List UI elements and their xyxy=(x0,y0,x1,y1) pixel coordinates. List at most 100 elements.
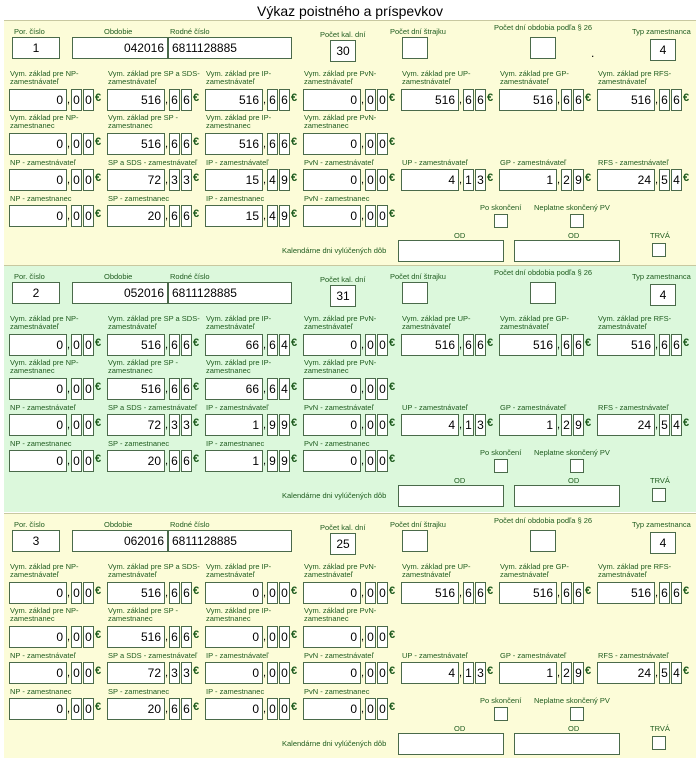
rodne-cislo-field[interactable]: 6811128885 xyxy=(168,37,292,59)
amount-euro-input[interactable]: 72 xyxy=(107,169,165,191)
amount-cent-digit-1[interactable]: 6 xyxy=(169,205,180,227)
amount-cent-digit-1[interactable]: 0 xyxy=(267,662,278,684)
amount-euro-input[interactable]: 0 xyxy=(9,334,67,356)
amount-cent-digit-1[interactable]: 6 xyxy=(463,334,474,356)
amount-cent-digit-2[interactable]: 3 xyxy=(181,662,192,684)
amount-euro-input[interactable]: 0 xyxy=(303,582,361,604)
amount-euro-input[interactable]: 24 xyxy=(597,414,655,436)
amount-cent-digit-2[interactable]: 6 xyxy=(475,89,486,111)
amount-cent-digit-1[interactable]: 4 xyxy=(267,169,278,191)
amount-euro-input[interactable]: 516 xyxy=(401,89,459,111)
amount-cent-digit-2[interactable]: 3 xyxy=(475,169,486,191)
neplatne-skonceny-checkbox[interactable] xyxy=(570,214,584,228)
trva-checkbox[interactable] xyxy=(652,243,666,257)
amount-cent-digit-2[interactable]: 6 xyxy=(573,582,584,604)
amount-cent-digit-2[interactable]: 0 xyxy=(83,582,94,604)
amount-cent-digit-1[interactable]: 6 xyxy=(169,334,180,356)
neplatne-skonceny-checkbox[interactable] xyxy=(570,459,584,473)
amount-cent-digit-1[interactable]: 0 xyxy=(365,133,376,155)
amount-cent-digit-2[interactable]: 9 xyxy=(573,414,584,436)
amount-cent-digit-2[interactable]: 3 xyxy=(475,414,486,436)
pocet-kal-dni-field[interactable]: 30 xyxy=(330,40,356,62)
vylucene-od-field[interactable] xyxy=(398,733,504,755)
amount-cent-digit-2[interactable]: 0 xyxy=(83,169,94,191)
amount-cent-digit-2[interactable]: 6 xyxy=(573,89,584,111)
amount-cent-digit-2[interactable]: 6 xyxy=(181,698,192,720)
amount-cent-digit-2[interactable]: 6 xyxy=(181,582,192,604)
amount-cent-digit-1[interactable]: 2 xyxy=(561,662,572,684)
amount-euro-input[interactable]: 4 xyxy=(401,169,459,191)
amount-cent-digit-1[interactable]: 6 xyxy=(561,582,572,604)
amount-cent-digit-2[interactable]: 0 xyxy=(377,626,388,648)
amount-cent-digit-1[interactable]: 0 xyxy=(71,626,82,648)
amount-cent-digit-1[interactable]: 5 xyxy=(659,662,670,684)
rodne-cislo-field[interactable]: 6811128885 xyxy=(168,530,292,552)
amount-euro-input[interactable]: 0 xyxy=(303,662,361,684)
amount-euro-input[interactable]: 0 xyxy=(205,582,263,604)
amount-cent-digit-2[interactable]: 0 xyxy=(83,89,94,111)
amount-cent-digit-1[interactable]: 5 xyxy=(659,169,670,191)
amount-euro-input[interactable]: 0 xyxy=(9,205,67,227)
amount-cent-digit-1[interactable]: 6 xyxy=(659,89,670,111)
amount-cent-digit-1[interactable]: 0 xyxy=(365,169,376,191)
amount-cent-digit-1[interactable]: 6 xyxy=(169,133,180,155)
amount-euro-input[interactable]: 0 xyxy=(9,582,67,604)
amount-cent-digit-1[interactable]: 1 xyxy=(463,662,474,684)
amount-euro-input[interactable]: 0 xyxy=(303,169,361,191)
amount-cent-digit-2[interactable]: 6 xyxy=(475,334,486,356)
amount-euro-input[interactable]: 66 xyxy=(205,378,263,400)
amount-cent-digit-2[interactable]: 6 xyxy=(671,582,682,604)
amount-cent-digit-2[interactable]: 0 xyxy=(279,626,290,648)
amount-cent-digit-1[interactable]: 6 xyxy=(169,582,180,604)
amount-cent-digit-2[interactable]: 0 xyxy=(83,205,94,227)
pocet-kal-dni-field[interactable]: 31 xyxy=(330,285,356,307)
obdobie-field[interactable]: 062016 xyxy=(72,530,168,552)
amount-cent-digit-2[interactable]: 3 xyxy=(181,169,192,191)
neplatne-skonceny-checkbox[interactable] xyxy=(570,707,584,721)
amount-euro-input[interactable]: 72 xyxy=(107,414,165,436)
amount-cent-digit-1[interactable]: 6 xyxy=(169,378,180,400)
amount-euro-input[interactable]: 24 xyxy=(597,169,655,191)
amount-cent-digit-1[interactable]: 0 xyxy=(365,662,376,684)
amount-euro-input[interactable]: 516 xyxy=(401,582,459,604)
pocet-dni-strajku-field[interactable] xyxy=(402,530,428,552)
amount-cent-digit-2[interactable]: 3 xyxy=(475,662,486,684)
pocet-dni-26-field[interactable] xyxy=(530,37,556,59)
pocet-dni-26-field[interactable] xyxy=(530,282,556,304)
amount-cent-digit-2[interactable]: 6 xyxy=(181,133,192,155)
amount-euro-input[interactable]: 516 xyxy=(107,334,165,356)
por-cislo-field[interactable]: 1 xyxy=(12,37,60,59)
amount-cent-digit-2[interactable]: 0 xyxy=(83,698,94,720)
amount-cent-digit-1[interactable]: 6 xyxy=(267,334,278,356)
amount-cent-digit-1[interactable]: 0 xyxy=(267,698,278,720)
amount-cent-digit-1[interactable]: 0 xyxy=(71,582,82,604)
amount-euro-input[interactable]: 0 xyxy=(303,626,361,648)
amount-euro-input[interactable]: 516 xyxy=(499,89,557,111)
amount-cent-digit-2[interactable]: 6 xyxy=(475,582,486,604)
amount-euro-input[interactable]: 0 xyxy=(303,698,361,720)
amount-euro-input[interactable]: 516 xyxy=(499,582,557,604)
amount-euro-input[interactable]: 0 xyxy=(9,133,67,155)
amount-euro-input[interactable]: 0 xyxy=(303,378,361,400)
amount-cent-digit-2[interactable]: 0 xyxy=(377,582,388,604)
amount-euro-input[interactable]: 516 xyxy=(107,133,165,155)
amount-cent-digit-2[interactable]: 6 xyxy=(279,89,290,111)
amount-cent-digit-1[interactable]: 6 xyxy=(659,334,670,356)
amount-euro-input[interactable]: 0 xyxy=(303,334,361,356)
amount-cent-digit-1[interactable]: 0 xyxy=(71,378,82,400)
amount-cent-digit-1[interactable]: 9 xyxy=(267,414,278,436)
amount-euro-input[interactable]: 4 xyxy=(401,414,459,436)
amount-cent-digit-1[interactable]: 0 xyxy=(365,414,376,436)
amount-cent-digit-1[interactable]: 0 xyxy=(365,334,376,356)
amount-cent-digit-1[interactable]: 0 xyxy=(71,414,82,436)
amount-cent-digit-1[interactable]: 6 xyxy=(561,89,572,111)
amount-euro-input[interactable]: 15 xyxy=(205,169,263,191)
amount-cent-digit-2[interactable]: 9 xyxy=(573,169,584,191)
amount-cent-digit-1[interactable]: 0 xyxy=(71,205,82,227)
amount-cent-digit-2[interactable]: 0 xyxy=(377,133,388,155)
amount-cent-digit-2[interactable]: 9 xyxy=(279,414,290,436)
amount-cent-digit-1[interactable]: 6 xyxy=(463,582,474,604)
amount-euro-input[interactable]: 1 xyxy=(499,169,557,191)
amount-cent-digit-2[interactable]: 6 xyxy=(181,450,192,472)
amount-cent-digit-1[interactable]: 2 xyxy=(561,414,572,436)
